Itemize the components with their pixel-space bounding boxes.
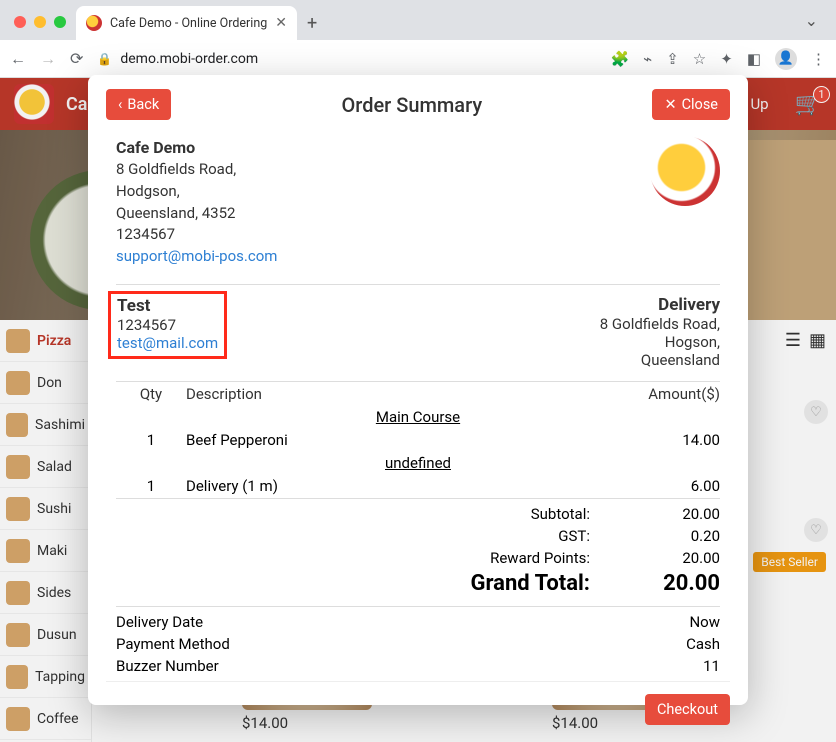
close-button[interactable]: ✕ Close (652, 89, 730, 120)
url-text: demo.mobi-order.com (120, 51, 258, 67)
delivery-address-line: Queensland (600, 351, 720, 369)
address-bar: ← → ⟳ 🔒 demo.mobi-order.com 🧩 ⌁ ⇪ ☆ ✦ ◧ … (0, 40, 836, 78)
checkout-button[interactable]: Checkout (645, 694, 730, 725)
store-address-line: Queensland, 4352 (116, 203, 277, 225)
cell-amount: 6.00 (610, 477, 720, 495)
gst-value: 0.20 (620, 527, 720, 545)
delivery-title: Delivery (600, 295, 720, 315)
order-meta: Delivery Date Now Payment Method Cash Buzz… (106, 607, 730, 681)
customer-info: Test 1234567 test@mail.com (116, 295, 219, 369)
maximize-window-icon[interactable] (54, 16, 66, 28)
tab-title: Cafe Demo - Online Ordering (110, 16, 267, 31)
table-row: 1 Delivery (1 m) 6.00 (116, 474, 720, 498)
close-icon: ✕ (664, 96, 676, 113)
extension-icon[interactable]: 🧩 (610, 50, 629, 68)
payment-method-label: Payment Method (116, 635, 230, 653)
customer-highlight-box: Test 1234567 test@mail.com (108, 291, 227, 359)
close-label: Close (682, 96, 718, 113)
close-tab-icon[interactable]: ✕ (275, 15, 287, 31)
grand-total-label: Grand Total: (410, 571, 590, 596)
order-items-table: Qty Description Amount($) Main Course 1 … (106, 382, 730, 498)
buzzer-number-value: 11 (703, 657, 720, 675)
grand-total-value: 20.00 (620, 571, 720, 596)
kebab-menu-icon[interactable]: ⋮ (811, 50, 826, 68)
store-logo (650, 136, 720, 206)
store-phone: 1234567 (116, 224, 277, 246)
customer-phone: 1234567 (117, 316, 218, 334)
lock-icon: 🔒 (97, 52, 112, 66)
delivery-address-line: Hogson, (600, 333, 720, 351)
reward-value: 20.00 (620, 549, 720, 567)
cell-qty: 1 (116, 477, 186, 495)
back-icon[interactable]: ← (10, 49, 26, 69)
customer-email-link[interactable]: test@mail.com (117, 334, 218, 352)
gst-label: GST: (410, 527, 590, 545)
chevron-left-icon: ‹ (118, 96, 122, 113)
key-icon[interactable]: ⌁ (643, 50, 652, 68)
browser-tab[interactable]: Cafe Demo - Online Ordering ✕ (76, 6, 297, 40)
share-icon[interactable]: ⇪ (666, 50, 679, 68)
back-button[interactable]: ‹ Back (106, 89, 171, 120)
cell-desc: Beef Pepperoni (186, 431, 610, 449)
reload-icon[interactable]: ⟳ (70, 49, 83, 68)
payment-method-value: Cash (686, 635, 720, 653)
delivery-date-value: Now (689, 613, 720, 631)
window-controls (8, 16, 76, 40)
forward-icon: → (40, 49, 56, 69)
tab-favicon (86, 15, 102, 31)
close-window-icon[interactable] (14, 16, 26, 28)
subtotal-label: Subtotal: (410, 505, 590, 523)
back-label: Back (127, 96, 159, 113)
col-qty: Qty (116, 385, 186, 403)
store-name: Cafe Demo (116, 136, 277, 159)
reward-label: Reward Points: (410, 549, 590, 567)
store-email-link[interactable]: support@mobi-pos.com (116, 246, 277, 268)
cell-desc: Delivery (1 m) (186, 477, 610, 495)
tabs-menu-icon[interactable]: ⌄ (795, 11, 828, 40)
checkout-label: Checkout (657, 701, 718, 718)
customer-name: Test (117, 296, 218, 316)
table-header: Qty Description Amount($) (116, 382, 720, 406)
minimize-window-icon[interactable] (34, 16, 46, 28)
modal-title: Order Summary (171, 93, 652, 117)
browser-tab-bar: Cafe Demo - Online Ordering ✕ + ⌄ (0, 0, 836, 40)
store-info: Cafe Demo 8 Goldfields Road, Hodgson, Qu… (116, 136, 277, 268)
cell-amount: 14.00 (610, 431, 720, 449)
store-address-line: Hodgson, (116, 181, 277, 203)
store-address-line: 8 Goldfields Road, (116, 159, 277, 181)
puzzle-icon[interactable]: ✦ (720, 50, 733, 68)
order-summary-modal: ‹ Back Order Summary ✕ Close Cafe Demo 8 G… (88, 75, 748, 705)
star-icon[interactable]: ☆ (693, 50, 706, 68)
delivery-address-line: 8 Goldfields Road, (600, 315, 720, 333)
delivery-info: Delivery 8 Goldfields Road, Hogson, Quee… (600, 295, 720, 369)
cell-qty: 1 (116, 431, 186, 449)
url-field[interactable]: 🔒 demo.mobi-order.com (97, 51, 596, 67)
buzzer-number-label: Buzzer Number (116, 657, 219, 675)
col-desc: Description (186, 385, 610, 403)
section-heading: Main Course (116, 406, 720, 428)
section-heading: undefined (116, 452, 720, 474)
subtotal-value: 20.00 (620, 505, 720, 523)
new-tab-button[interactable]: + (297, 13, 327, 40)
panel-icon[interactable]: ◧ (747, 50, 761, 68)
col-amount: Amount($) (610, 385, 720, 403)
totals-block: Subtotal: 20.00 GST: 0.20 Reward Points: 20… (106, 499, 730, 606)
table-row: 1 Beef Pepperoni 14.00 (116, 428, 720, 452)
delivery-date-label: Delivery Date (116, 613, 203, 631)
profile-avatar[interactable]: 👤 (775, 48, 797, 70)
